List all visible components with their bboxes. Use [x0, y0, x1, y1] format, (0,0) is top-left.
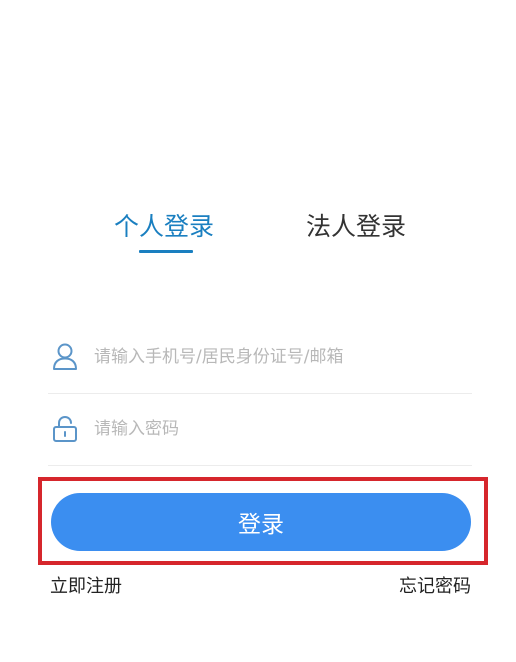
password-field — [48, 395, 472, 466]
tab-personal-login[interactable]: 个人登录 — [114, 205, 214, 249]
login-tabs: 个人登录 法人登录 — [0, 205, 516, 265]
lock-icon — [52, 415, 78, 443]
login-button[interactable]: 登录 — [51, 493, 471, 551]
account-field — [48, 323, 472, 394]
active-tab-indicator — [139, 250, 193, 253]
tab-legal-login[interactable]: 法人登录 — [306, 205, 406, 249]
user-icon — [52, 343, 78, 371]
password-input[interactable] — [94, 413, 464, 445]
forgot-password-link[interactable]: 忘记密码 — [399, 575, 471, 599]
register-link[interactable]: 立即注册 — [50, 575, 122, 599]
account-input[interactable] — [94, 341, 464, 373]
login-screen: 个人登录 法人登录 登录 立即注册 忘记密码 — [0, 0, 516, 662]
